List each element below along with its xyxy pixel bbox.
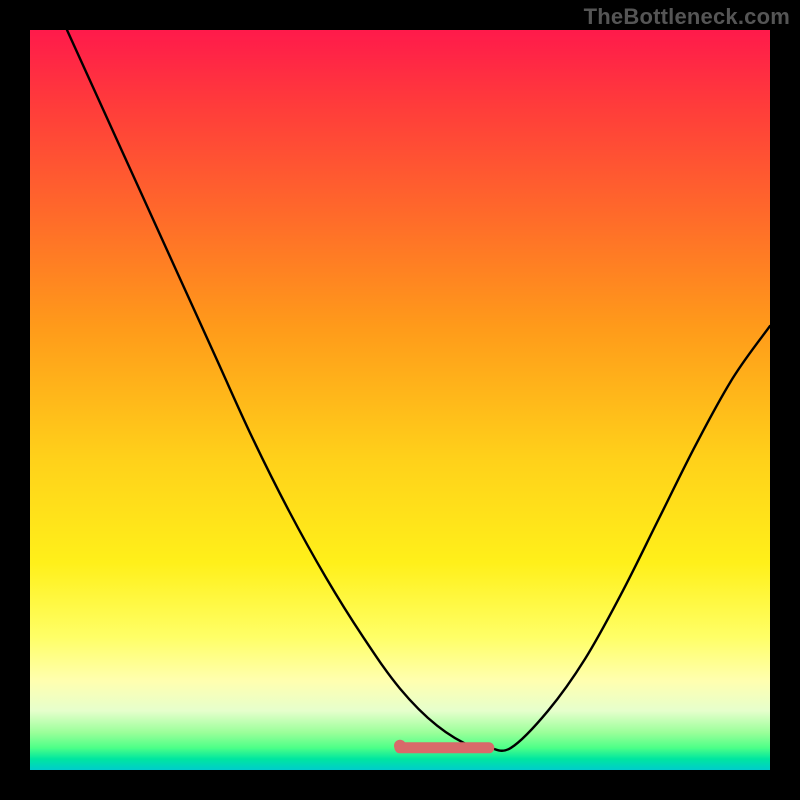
plot-area [30,30,770,770]
curve-svg [30,30,770,770]
bottleneck-curve [67,30,770,751]
chart-frame: TheBottleneck.com [0,0,800,800]
watermark-text: TheBottleneck.com [584,4,790,30]
accent-dot-left [394,740,406,752]
